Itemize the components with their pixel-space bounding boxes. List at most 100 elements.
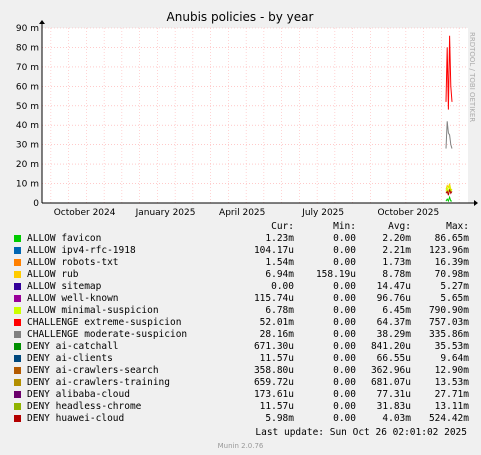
- legend-name: ALLOW minimal-suspicion: [27, 305, 159, 316]
- legend-max: 9.64m: [440, 353, 469, 364]
- legend-avg: 681.07u: [370, 377, 411, 388]
- legend-max: 335.86m: [428, 329, 469, 340]
- legend-cur: 6.78m: [265, 305, 294, 316]
- legend-name: DENY alibaba-cloud: [27, 389, 130, 400]
- legend-avg: 362.96u: [370, 365, 411, 376]
- legend-name: DENY ai-crawlers-search: [27, 365, 159, 376]
- legend-max: 5.65m: [440, 293, 469, 304]
- legend-min: 0.00: [333, 329, 356, 340]
- y-tick-label: 80 m: [16, 43, 39, 53]
- legend-swatch: [14, 307, 21, 314]
- x-tick-label: October 2024: [54, 208, 116, 218]
- legend-cur: 115.74u: [253, 293, 294, 304]
- y-axis-arrow: [39, 20, 45, 24]
- legend-min: 0.00: [333, 233, 356, 244]
- legend-cur: 5.98m: [265, 413, 294, 424]
- legend-name: ALLOW ipv4-rfc-1918: [27, 245, 136, 256]
- x-tick-label: July 2025: [301, 208, 344, 218]
- legend-max: 13.53m: [434, 377, 469, 388]
- footer-version: Munin 2.0.76: [217, 442, 264, 450]
- legend-swatch: [14, 331, 21, 338]
- legend-row: DENY ai-crawlers-training 659.72u 0.00 681.…: [14, 377, 474, 389]
- legend-cur: 6.94m: [265, 269, 294, 280]
- legend-name: DENY ai-clients: [27, 353, 113, 364]
- y-tick-label: 50 m: [16, 102, 39, 112]
- legend-cur: 11.57u: [259, 401, 294, 412]
- legend-avg: 38.29m: [376, 329, 411, 340]
- legend-swatch: [14, 319, 21, 326]
- legend-swatch: [14, 283, 21, 290]
- legend-name: ALLOW sitemap: [27, 281, 102, 292]
- legend-swatch: [14, 259, 21, 266]
- legend-name: ALLOW favicon: [27, 233, 102, 244]
- legend-row: ALLOW minimal-suspicion 6.78m 0.00 6.45m 790…: [14, 305, 474, 317]
- y-tick-label: 40 m: [16, 121, 39, 131]
- legend-avg: 31.83u: [376, 401, 411, 412]
- y-tick-label: 30 m: [16, 141, 39, 151]
- legend-cur: 671.30u: [253, 341, 294, 352]
- legend-min: 0.00: [333, 293, 356, 304]
- legend-row: DENY headless-chrome 11.57u 0.00 31.83u 13.1…: [14, 401, 474, 413]
- legend-max: 35.53m: [434, 341, 469, 352]
- y-tick-label: 90 m: [16, 24, 39, 34]
- legend-swatch: [14, 247, 21, 254]
- legend-cur: 173.61u: [253, 389, 294, 400]
- plot-area: [42, 28, 468, 203]
- legend-swatch: [14, 271, 21, 278]
- legend-swatch: [14, 415, 21, 422]
- legend-row: ALLOW favicon 1.23m 0.00 2.20m 86.65m: [14, 233, 474, 245]
- legend-swatch: [14, 235, 21, 242]
- legend-swatch: [14, 403, 21, 410]
- legend-avg: 1.73m: [382, 257, 411, 268]
- x-tick-label: April 2025: [219, 208, 265, 218]
- y-tick-label: 20 m: [16, 160, 39, 170]
- legend-header: Cur: Min: Avg: Max:: [14, 221, 474, 233]
- legend-max: 70.98m: [434, 269, 469, 280]
- legend-cur: 28.16m: [259, 329, 294, 340]
- legend-max: 86.65m: [434, 233, 469, 244]
- last-update: Last update: Sun Oct 26 02:01:02 2025: [255, 427, 467, 438]
- y-axis: 0 10 m 20 m 30 m 40 m 50 m 60 m 70 m 80 m 90 m: [16, 24, 39, 209]
- legend-cur: 52.01m: [259, 317, 294, 328]
- legend-max: 790.90m: [428, 305, 469, 316]
- legend-cur: 104.17u: [253, 245, 294, 256]
- legend-cur: 1.54m: [265, 257, 294, 268]
- x-tick-label: October 2025: [377, 208, 439, 218]
- y-tick-label: 0: [33, 199, 39, 209]
- y-tick-label: 10 m: [16, 180, 39, 190]
- legend-row: CHALLENGE extreme-suspicion 52.01m 0.00 64.…: [14, 317, 474, 329]
- legend-avg: 6.45m: [382, 305, 411, 316]
- legend-min: 0.00: [333, 257, 356, 268]
- legend-cur: 11.57u: [259, 353, 294, 364]
- legend-cur: 1.23m: [265, 233, 294, 244]
- header-max: Max:: [446, 221, 469, 232]
- legend-row: ALLOW ipv4-rfc-1918 104.17u 0.00 2.21m 123.9…: [14, 245, 474, 257]
- legend-avg: 841.20u: [370, 341, 411, 352]
- legend-min: 0.00: [333, 281, 356, 292]
- legend-name: ALLOW well-known: [27, 293, 119, 304]
- legend-min: 0.00: [333, 341, 356, 352]
- legend-name: DENY headless-chrome: [27, 401, 142, 412]
- legend-row: CHALLENGE moderate-suspicion 28.16m 0.00 38…: [14, 329, 474, 341]
- legend-max: 13.11m: [434, 401, 469, 412]
- legend-avg: 77.31u: [376, 389, 411, 400]
- legend-row: ALLOW robots-txt 1.54m 0.00 1.73m 16.39m: [14, 257, 474, 269]
- legend-swatch: [14, 367, 21, 374]
- legend-name: DENY ai-crawlers-training: [27, 377, 170, 388]
- legend-avg: 14.47u: [376, 281, 411, 292]
- legend-min: 0.00: [333, 389, 356, 400]
- legend-row: ALLOW rub 6.94m 158.19u 8.78m 70.98m: [14, 269, 474, 281]
- legend-max: 16.39m: [434, 257, 469, 268]
- legend-name: CHALLENGE extreme-suspicion: [27, 317, 182, 328]
- legend-max: 757.03m: [428, 317, 469, 328]
- x-tick-label: January 2025: [135, 208, 196, 218]
- legend-name: CHALLENGE moderate-suspicion: [27, 329, 188, 340]
- legend-swatch: [14, 379, 21, 386]
- legend-max: 27.71m: [434, 389, 469, 400]
- y-tick-label: 60 m: [16, 82, 39, 92]
- legend-avg: 66.55u: [376, 353, 411, 364]
- legend-name: DENY huawei-cloud: [27, 413, 125, 424]
- legend-name: ALLOW rub: [27, 269, 79, 280]
- y-tick-label: 70 m: [16, 63, 39, 73]
- x-axis-arrow: [474, 200, 478, 206]
